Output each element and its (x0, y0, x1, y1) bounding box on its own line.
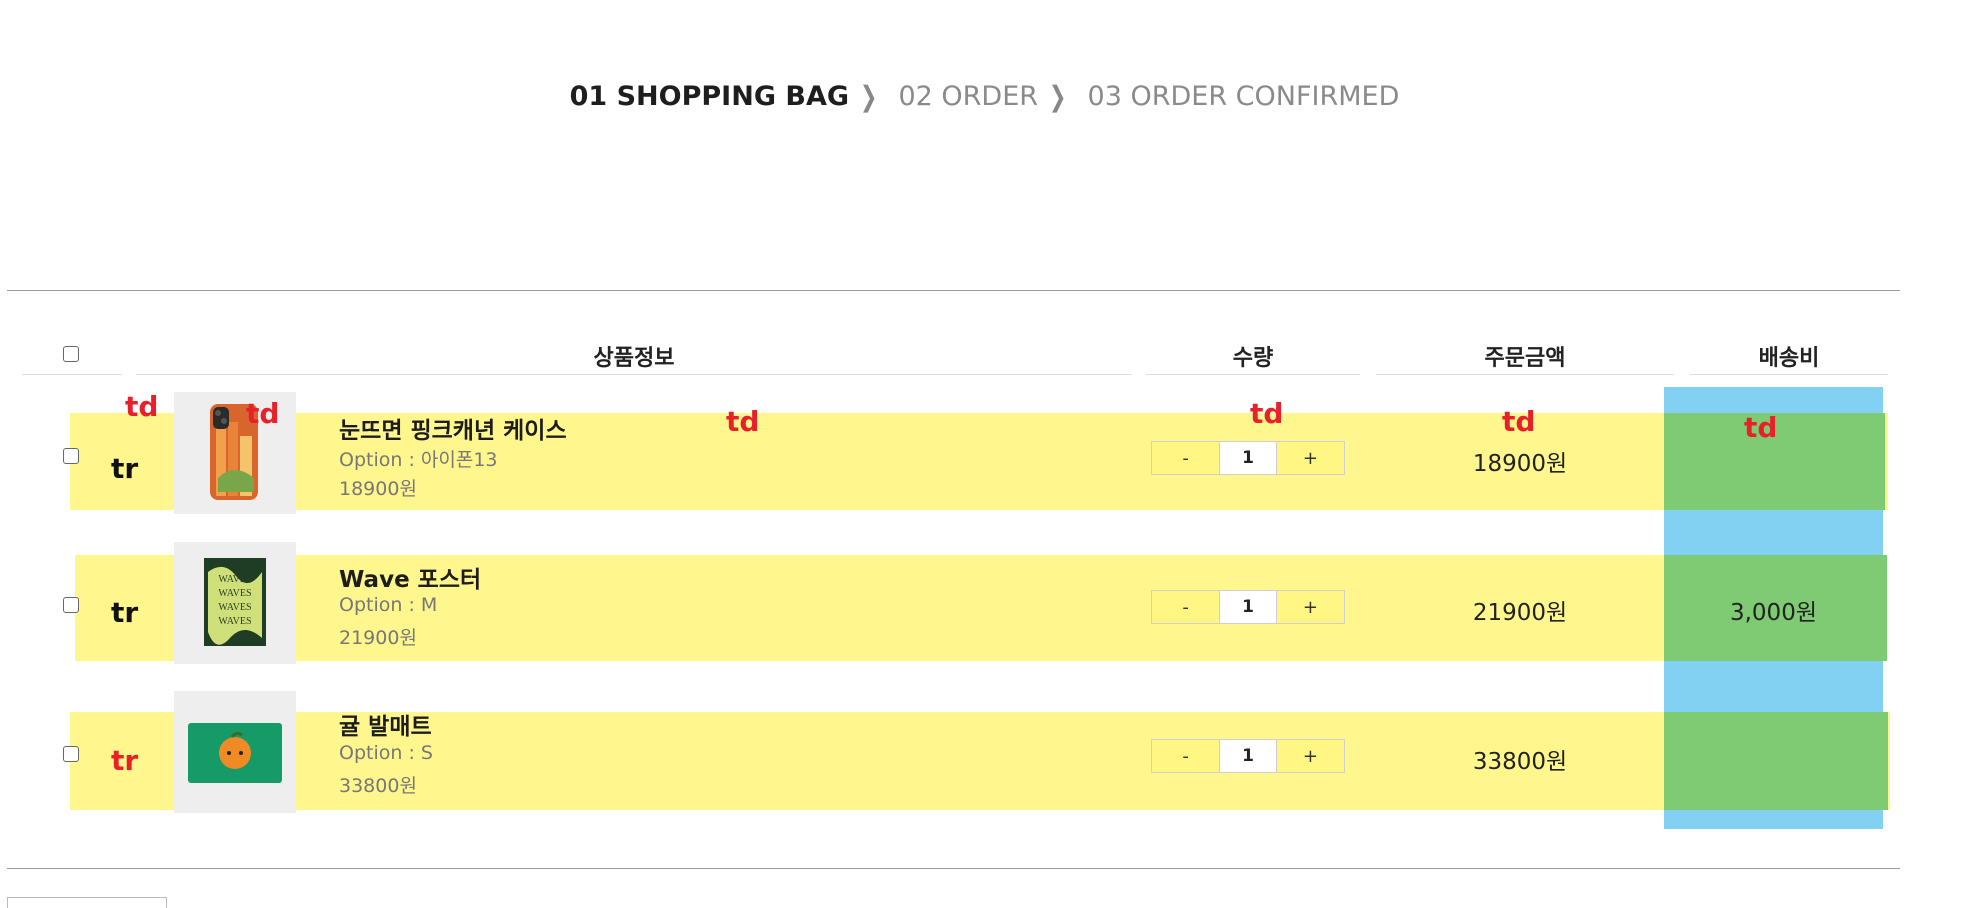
annotation-tr: tr (111, 452, 139, 485)
tangerine-bathmat-image (188, 723, 282, 783)
product-thumbnail[interactable] (174, 691, 296, 813)
header-underline (136, 374, 1132, 375)
decrease-button[interactable]: - (1152, 740, 1221, 772)
checkout-steps: 01 SHOPPING BAG ❯ 02 ORDER ❯ 03 ORDER CONFIR… (0, 80, 1969, 113)
chevron-right-icon: ❯ (1048, 80, 1067, 113)
svg-text:WAVES: WAVES (218, 588, 251, 599)
shipping-fee: 3,000원 (1729, 600, 1817, 626)
annotation-td: td (726, 405, 760, 438)
annotation-tr: tr (111, 596, 139, 629)
product-thumbnail[interactable]: WAVES WAVES WAVES WAVES (174, 542, 296, 664)
select-all-checkbox[interactable] (63, 346, 79, 362)
annotation-td: td (246, 397, 280, 430)
annotation-td: td (1502, 405, 1536, 438)
decrease-button[interactable]: - (1152, 591, 1221, 623)
step-order-confirmed: 03 ORDER CONFIRMED (1087, 81, 1400, 112)
header-product: 상품정보 (593, 346, 675, 371)
header-underline (1376, 374, 1674, 375)
product-option: Option : 아이폰13 (339, 449, 498, 471)
order-amount: 18900원 (1472, 451, 1568, 477)
decrease-button[interactable]: - (1152, 442, 1221, 474)
chevron-right-icon: ❯ (859, 80, 878, 113)
increase-button[interactable]: + (1277, 442, 1344, 474)
header-quantity: 수량 (1232, 346, 1274, 371)
order-amount: 21900원 (1472, 600, 1568, 626)
svg-text:WAVES: WAVES (218, 616, 251, 627)
quantity-value[interactable]: 1 (1220, 442, 1277, 474)
table-top-divider (7, 290, 1900, 291)
increase-button[interactable]: + (1277, 740, 1344, 772)
wave-poster-image: WAVES WAVES WAVES WAVES (204, 558, 266, 646)
step-order: 02 ORDER (898, 81, 1039, 112)
row-checkbox[interactable] (63, 597, 79, 613)
product-name[interactable]: Wave 포스터 (339, 560, 481, 594)
step-shopping-bag: 01 SHOPPING BAG (569, 81, 850, 112)
quantity-stepper[interactable]: - 1 + (1151, 441, 1345, 475)
product-option: Option : S (339, 742, 433, 764)
row-checkbox[interactable] (63, 448, 79, 464)
quantity-value[interactable]: 1 (1220, 591, 1277, 623)
order-amount: 33800원 (1472, 749, 1568, 775)
partial-button[interactable] (7, 897, 167, 908)
row-checkbox[interactable] (63, 746, 79, 762)
header-underline (22, 374, 122, 375)
annotation-td: td (1250, 397, 1284, 430)
quantity-stepper[interactable]: - 1 + (1151, 739, 1345, 773)
product-price: 18900원 (339, 478, 417, 500)
shipping-cell-highlight (1664, 712, 1888, 810)
header-underline (1690, 374, 1888, 375)
svg-text:WAVES: WAVES (218, 602, 251, 613)
table-bottom-divider (7, 868, 1900, 869)
quantity-stepper[interactable]: - 1 + (1151, 590, 1345, 624)
increase-button[interactable]: + (1277, 591, 1344, 623)
svg-text:WAVES: WAVES (218, 574, 251, 585)
product-price: 33800원 (339, 775, 417, 797)
annotation-td: td (1744, 411, 1778, 444)
header-shipping: 배송비 (1758, 346, 1820, 371)
product-option: Option : M (339, 594, 438, 616)
annotation-td: td (125, 390, 159, 423)
header-amount: 주문금액 (1484, 346, 1566, 371)
product-name[interactable]: 눈뜨면 핑크캐년 케이스 (339, 411, 567, 445)
quantity-value[interactable]: 1 (1220, 740, 1277, 772)
annotation-tr: tr (111, 744, 139, 777)
product-name[interactable]: 귤 발매트 (339, 707, 432, 741)
product-price: 21900원 (339, 627, 417, 649)
header-underline (1146, 374, 1360, 375)
